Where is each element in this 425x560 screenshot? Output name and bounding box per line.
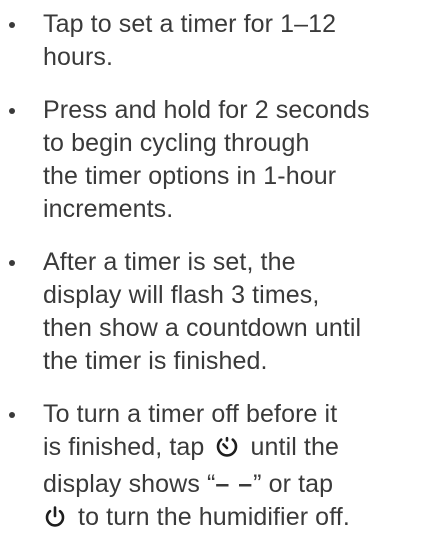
list-item-turn-timer-off: To turn a timer off before it is finishe… [0, 398, 425, 538]
text-line-with-dashes: display shows “– –” or tap [43, 468, 421, 501]
list-item-after-timer-set: After a timer is set, the display will f… [0, 246, 425, 378]
text-line: the timer options in 1-hour [43, 162, 337, 190]
list-item-press-hold: Press and hold for 2 seconds to begin cy… [0, 94, 425, 226]
text-line: increments. [43, 195, 174, 223]
text-fragment: to turn the humidifier off. [78, 503, 350, 531]
text-line: Tap to set a timer for 1–12 [43, 10, 337, 38]
list-item-tap-timer: Tap to set a timer for 1–12 hours. [0, 8, 425, 74]
text-line: display will flash 3 times, [43, 281, 320, 309]
text-line-with-timer-icon: is finished, tap until the [43, 431, 421, 468]
text-line: Press and hold for 2 seconds [43, 96, 370, 124]
text-fragment: until the [250, 433, 339, 461]
timer-instructions-list: Tap to set a timer for 1–12 hours. Press… [0, 8, 425, 538]
power-icon [43, 505, 67, 538]
text-line: then show a countdown until [43, 314, 362, 342]
text-fragment: display shows “ [43, 470, 216, 498]
text-line: hours. [43, 43, 114, 71]
text-line: the timer is finished. [43, 347, 268, 375]
text-line: to begin cycling through [43, 129, 310, 157]
bullet-point [9, 260, 15, 266]
text-line-with-power-icon: to turn the humidifier off. [43, 501, 421, 538]
instruction-page: Tap to set a timer for 1–12 hours. Press… [0, 0, 425, 560]
text-line: After a timer is set, the [43, 248, 296, 276]
bullet-point [9, 108, 15, 114]
text-fragment: ” or tap [253, 470, 334, 498]
text-fragment: is finished, tap [43, 433, 205, 461]
timer-icon [215, 435, 239, 468]
bullet-point [9, 412, 15, 418]
text-line: To turn a timer off before it [43, 400, 338, 428]
bullet-point [9, 22, 15, 28]
display-dashes: – – [215, 470, 254, 498]
